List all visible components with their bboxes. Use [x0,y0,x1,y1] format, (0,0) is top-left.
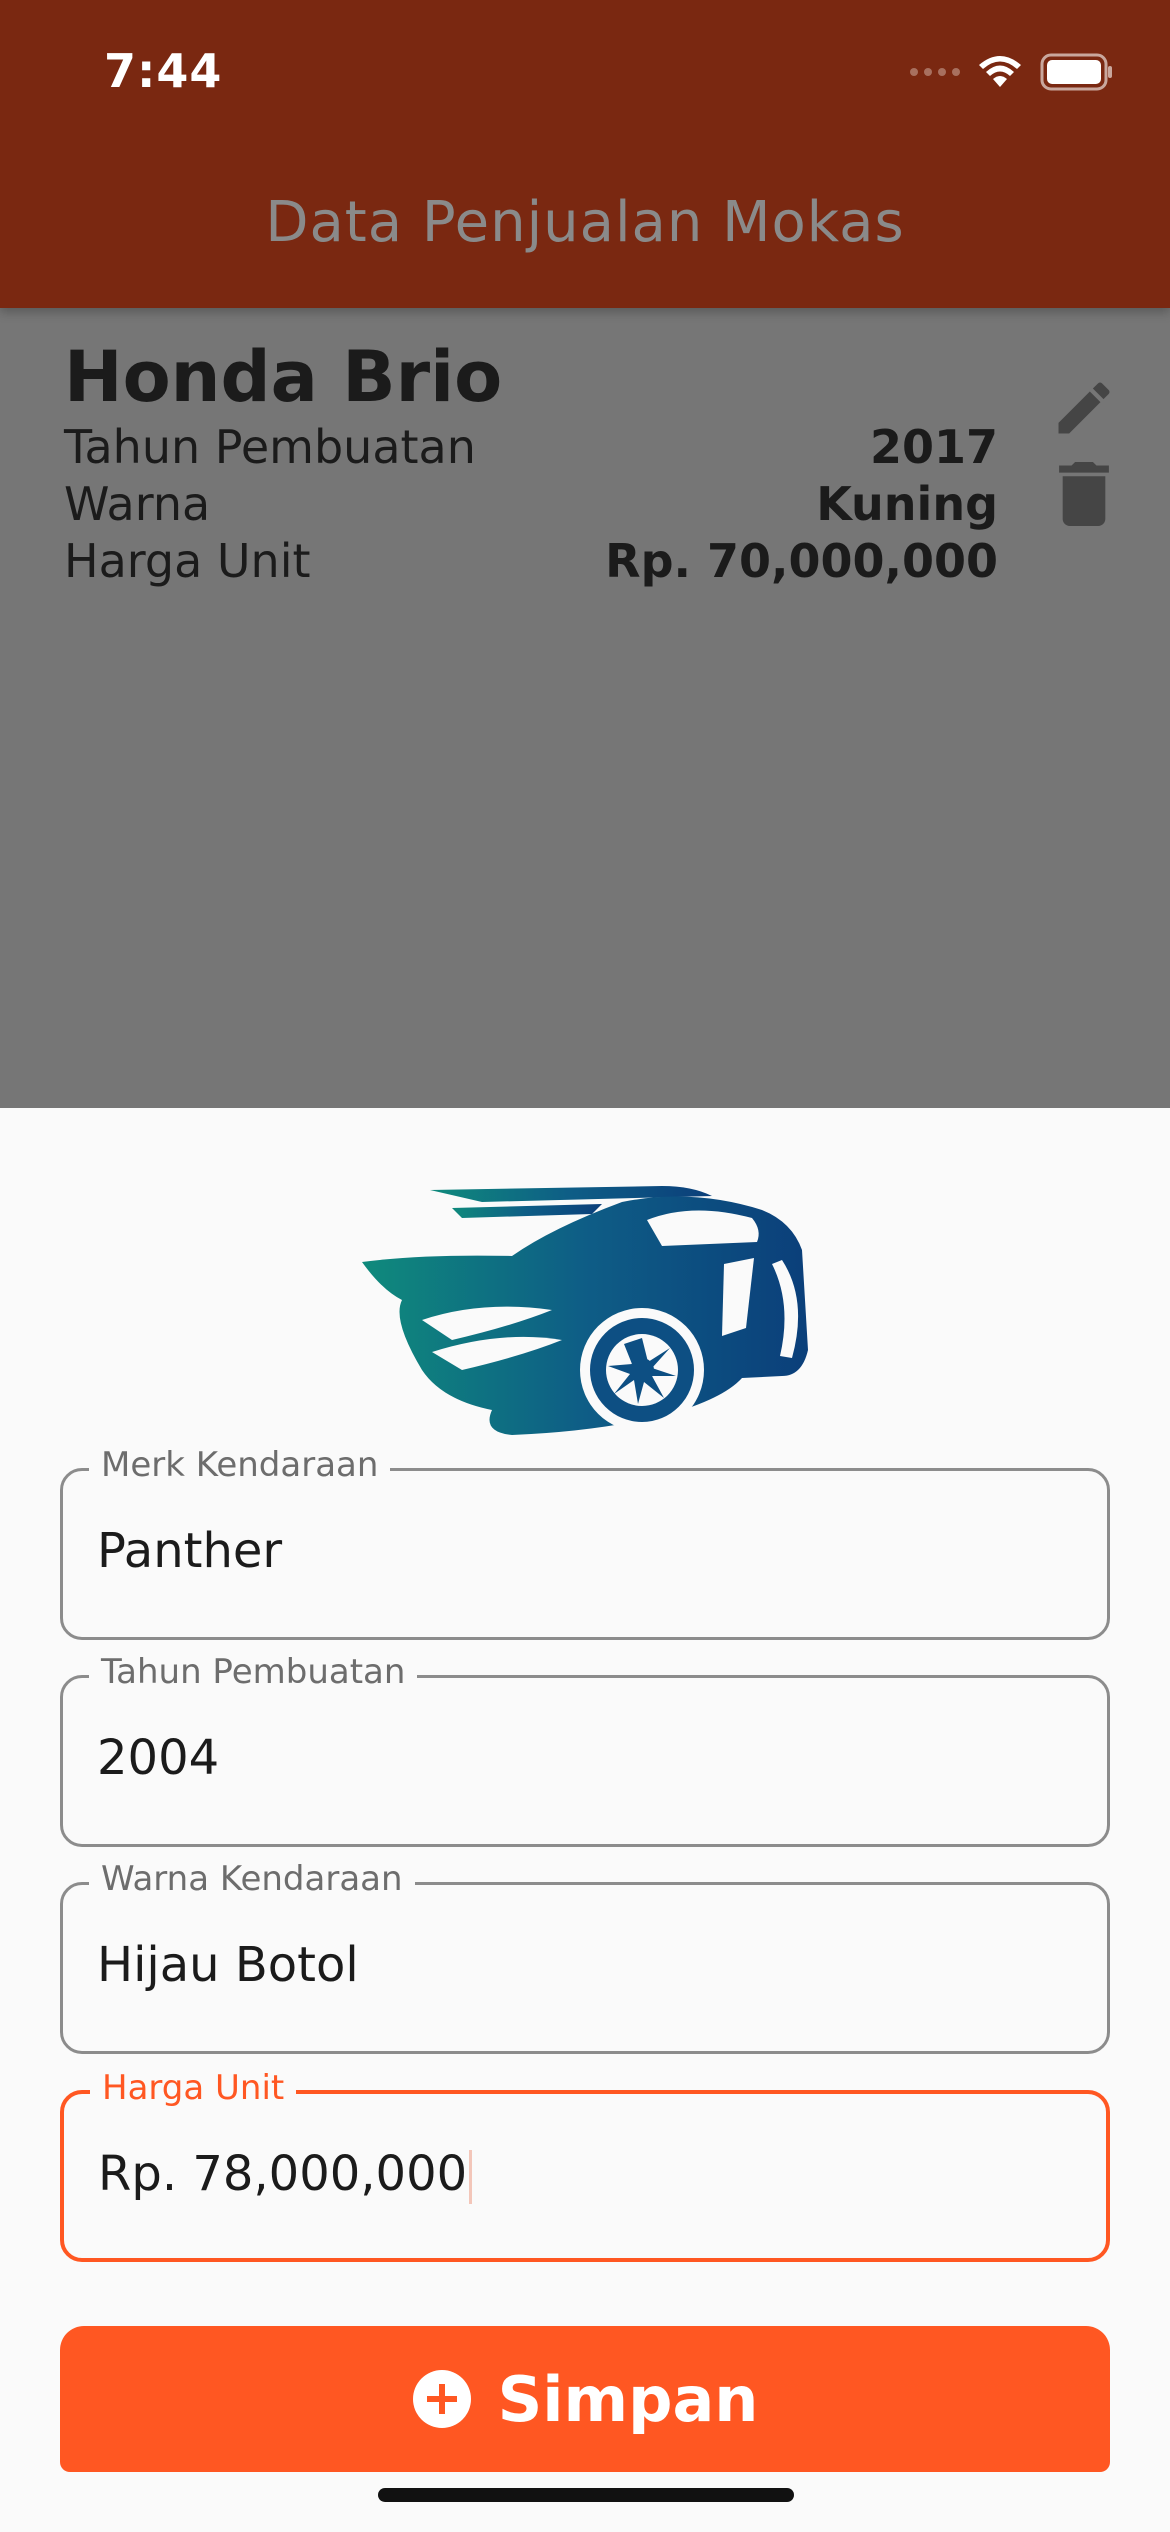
add-circle-icon [412,2370,471,2428]
detail-label: Tahun Pembuatan [64,420,476,474]
pencil-icon [1058,382,1110,434]
field-label: Tahun Pembuatan [89,1652,418,1692]
app-bar: 7:44 Data Penjualan Mokas [0,0,1170,308]
field-value: Panther [97,1523,283,1579]
detail-row-price: Harga Unit Rp. 70,000,000 [64,534,998,590]
warna-kendaraan-field[interactable]: Warna Kendaraan Hijau Botol [60,1859,1110,2054]
detail-row-year: Tahun Pembuatan 2017 [64,420,998,476]
field-value: Hijau Botol [97,1937,359,1993]
field-label: Warna Kendaraan [89,1859,415,1899]
battery-icon [1040,53,1112,91]
delete-button[interactable] [1056,462,1112,526]
save-button-label: Simpan [497,2362,759,2436]
field-label: Merk Kendaraan [89,1445,391,1485]
cellular-signal-icon [910,68,960,76]
harga-unit-field[interactable]: Harga Unit Rp. 78,000,000 [60,2068,1110,2262]
edit-button[interactable] [1050,374,1118,442]
status-time: 7:44 [104,44,223,98]
detail-label: Harga Unit [64,534,311,588]
merk-kendaraan-field[interactable]: Merk Kendaraan Panther [60,1445,1110,1640]
detail-value: Kuning [816,477,998,531]
trash-icon [1059,462,1109,526]
app-screen: 7:44 Data Penjualan Mokas Honda Brio Tah… [0,0,1170,2532]
tahun-pembuatan-field[interactable]: Tahun Pembuatan 2004 [60,1652,1110,1847]
home-indicator[interactable] [378,2488,794,2502]
status-icons [910,52,1114,92]
detail-label: Warna [64,477,211,531]
detail-row-color: Warna Kuning [64,477,998,533]
field-value: Rp. 78,000,000 [98,2146,468,2202]
detail-value: 2017 [869,420,998,474]
text-cursor [469,2150,473,2204]
field-label: Harga Unit [90,2068,297,2108]
wifi-icon [979,56,1021,87]
sports-car-logo [362,1186,808,1435]
save-button[interactable]: Simpan [60,2326,1110,2472]
app-title: Data Penjualan Mokas [265,190,905,255]
car-name: Honda Brio [64,336,503,418]
detail-value: Rp. 70,000,000 [605,534,998,588]
field-value-wrap: Rp. 78,000,000 [98,2146,473,2204]
field-value: 2004 [97,1730,220,1786]
